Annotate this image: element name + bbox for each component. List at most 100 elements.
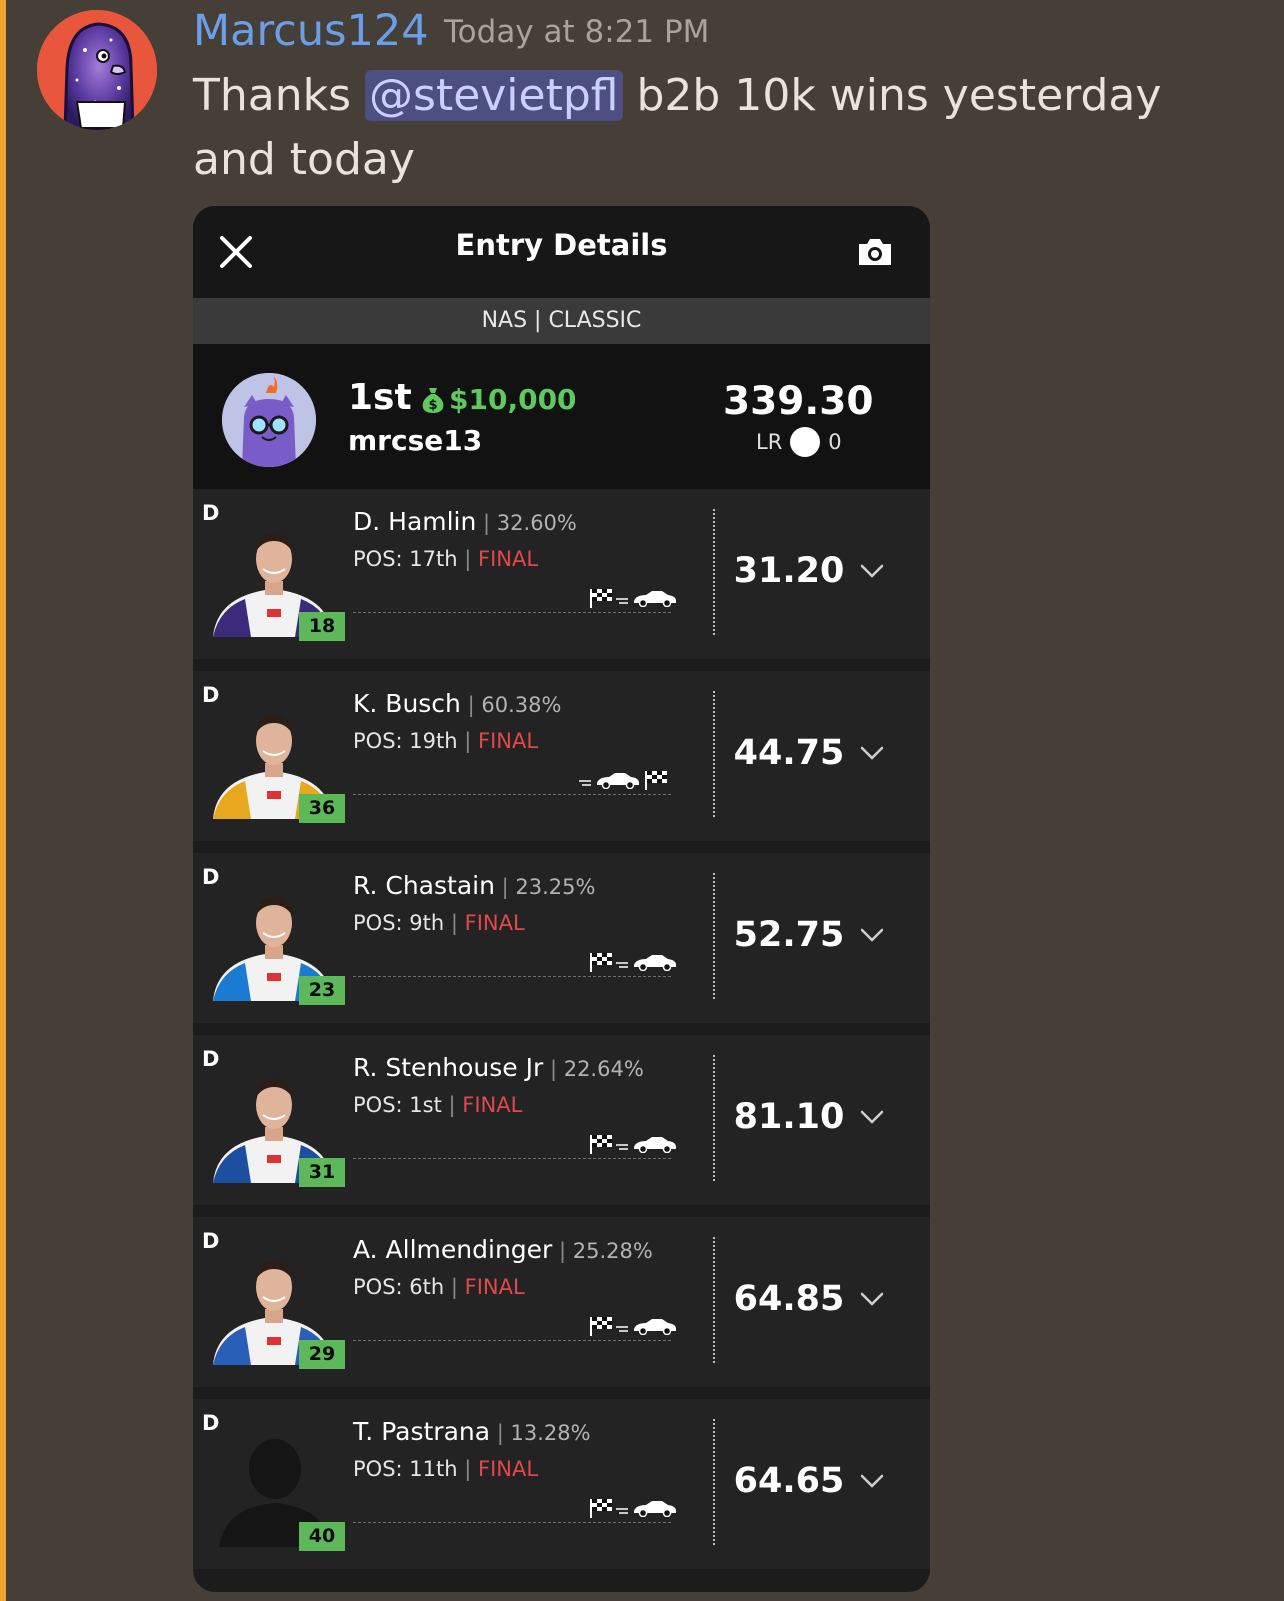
separator: | <box>444 911 465 935</box>
car-number-badge: 29 <box>299 1340 345 1369</box>
race-progress-icons <box>588 951 678 977</box>
finish-position-line: POS: 6th | FINAL <box>353 1275 525 1299</box>
checkered-flag-icon <box>588 1315 614 1341</box>
divider <box>713 1055 715 1181</box>
chevron-down-icon[interactable] <box>859 743 885 763</box>
chevron-down-icon[interactable] <box>859 1289 885 1309</box>
car-number-badge: 23 <box>299 976 345 1005</box>
ownership-percent: 22.64% <box>563 1057 644 1081</box>
finish-position-line: POS: 11th | FINAL <box>353 1457 538 1481</box>
separator: | <box>444 1275 465 1299</box>
divider <box>713 1419 715 1545</box>
prize-value: $10,000 <box>449 383 577 416</box>
left-accent-bar <box>0 0 6 1601</box>
finish-position: POS: 11th <box>353 1457 458 1481</box>
race-car-icon <box>595 771 641 793</box>
driver-name: K. Busch <box>353 689 461 718</box>
speed-lines-icon <box>616 1137 630 1156</box>
race-progress-icons <box>588 587 678 613</box>
race-status: FINAL <box>464 911 525 935</box>
race-car-icon <box>632 1135 678 1157</box>
player-row[interactable]: D 29 A. Allmendinger | 25.28% POS: 6th | FI… <box>193 1217 930 1387</box>
race-status: FINAL <box>464 1275 525 1299</box>
fantasy-points: 44.75 <box>733 733 845 773</box>
driver-name-line: R. Stenhouse Jr | 22.64% <box>353 1053 644 1082</box>
car-number-badge: 40 <box>299 1522 345 1551</box>
message-timestamp: Today at 8:21 PM <box>444 14 710 50</box>
finish-position: POS: 17th <box>353 547 458 571</box>
chevron-down-icon[interactable] <box>859 561 885 581</box>
driver-name: A. Allmendinger <box>353 1235 553 1264</box>
player-row[interactable]: D 18 D. Hamlin | 32.60% POS: 17th | FINAL 31… <box>193 489 930 659</box>
user-avatar <box>222 373 316 467</box>
race-status: FINAL <box>477 729 539 753</box>
ownership-percent: 25.28% <box>572 1239 653 1263</box>
player-row[interactable]: D 40 T. Pastrana | 13.28% POS: 11th | FINAL… <box>193 1399 930 1569</box>
race-car-icon <box>632 1317 678 1339</box>
fantasy-points: 52.75 <box>733 915 845 955</box>
ownership-percent: 60.38% <box>481 693 562 717</box>
entry-username: mrcse13 <box>348 424 483 457</box>
separator: | <box>460 693 482 717</box>
speed-lines-icon <box>616 591 630 610</box>
car-number-badge: 31 <box>299 1158 345 1187</box>
driver-name-line: D. Hamlin | 32.60% <box>353 507 577 536</box>
driver-name: D. Hamlin <box>353 507 477 536</box>
finish-position: POS: 9th <box>353 911 445 935</box>
entry-summary: 1st $ $10,000 mrcse13 339.30 LR 0 <box>193 344 930 502</box>
ownership-percent: 23.25% <box>515 875 596 899</box>
checkered-flag-icon <box>588 951 614 977</box>
contest-type-bar: NAS | CLASSIC <box>193 298 930 344</box>
divider <box>713 691 715 817</box>
entry-rank: 1st <box>348 377 412 418</box>
separator: | <box>476 511 497 535</box>
fantasy-points: 64.65 <box>733 1461 845 1501</box>
finish-position: POS: 6th <box>353 1275 445 1299</box>
race-progress-icons <box>588 1133 678 1159</box>
entry-details-card: Entry Details NAS | CLASSIC 1st $ $10,00… <box>193 206 930 1592</box>
separator: | <box>543 1057 564 1081</box>
camera-icon[interactable] <box>856 236 894 268</box>
speed-lines-icon <box>616 1319 630 1338</box>
separator: | <box>490 1421 511 1445</box>
divider <box>713 1237 715 1363</box>
lr-indicator: LR 0 <box>756 427 842 457</box>
checkered-flag-icon <box>643 769 669 795</box>
chevron-down-icon[interactable] <box>859 925 885 945</box>
driver-name-line: R. Chastain | 23.25% <box>353 871 595 900</box>
author-avatar[interactable] <box>37 10 157 130</box>
chevron-down-icon[interactable] <box>859 1107 885 1127</box>
race-car-icon <box>632 1499 678 1521</box>
car-number-badge: 36 <box>299 794 345 823</box>
speed-lines-icon <box>616 1501 630 1520</box>
money-bag-icon: $ <box>422 387 444 413</box>
message-text-before: Thanks <box>193 70 366 121</box>
separator: | <box>441 1093 463 1117</box>
user-mention[interactable]: @stevietpfl <box>365 70 623 121</box>
separator: | <box>457 729 478 753</box>
speed-lines-icon <box>616 955 630 974</box>
player-row[interactable]: D 36 K. Busch | 60.38% POS: 19th | FINAL 44.… <box>193 671 930 841</box>
separator: | <box>457 1457 478 1481</box>
fantasy-points: 81.10 <box>733 1097 845 1137</box>
finish-position: POS: 1st <box>353 1093 442 1117</box>
lr-dot-icon <box>790 427 821 457</box>
driver-name-line: A. Allmendinger | 25.28% <box>353 1235 653 1264</box>
ownership-percent: 32.60% <box>496 511 577 535</box>
checkered-flag-icon <box>588 1133 614 1159</box>
race-status: FINAL <box>477 547 539 571</box>
svg-text:$: $ <box>428 398 437 413</box>
author-name[interactable]: Marcus124 <box>193 6 429 56</box>
chevron-down-icon[interactable] <box>859 1471 885 1491</box>
finish-position-line: POS: 1st | FINAL <box>353 1093 522 1117</box>
finish-position-line: POS: 19th | FINAL <box>353 729 538 753</box>
speed-lines-icon <box>579 773 593 792</box>
race-car-icon <box>632 953 678 975</box>
fantasy-points: 31.20 <box>733 551 845 591</box>
player-row[interactable]: D 23 R. Chastain | 23.25% POS: 9th | FINAL 5… <box>193 853 930 1023</box>
driver-name-line: K. Busch | 60.38% <box>353 689 561 718</box>
page-title: Entry Details <box>455 228 668 262</box>
finish-position: POS: 19th <box>353 729 458 753</box>
player-row[interactable]: D 31 R. Stenhouse Jr | 22.64% POS: 1st | FI… <box>193 1035 930 1205</box>
race-progress-icons <box>588 1315 678 1341</box>
